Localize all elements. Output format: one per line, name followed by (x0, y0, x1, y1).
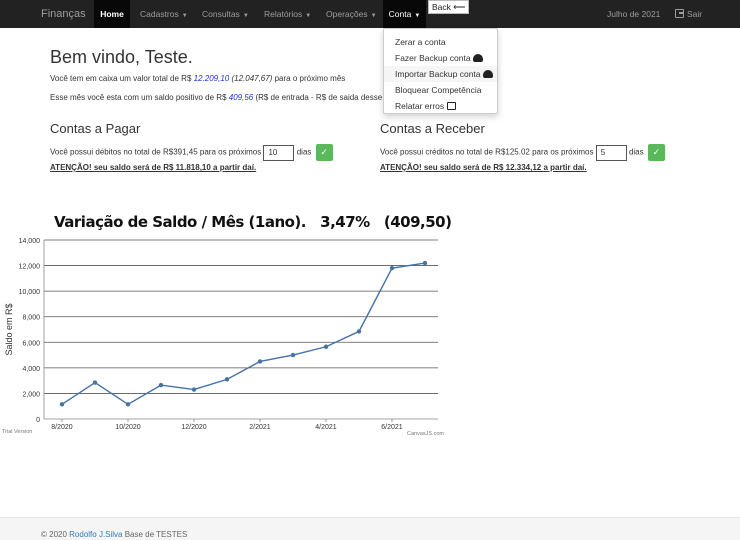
nav-relatorios[interactable]: Relatórios ▼ (264, 0, 311, 28)
chevron-down-icon: ▼ (370, 13, 377, 19)
footer-suffix: Base de TESTES (122, 530, 188, 539)
current-period[interactable]: Julho de 2021 (607, 0, 660, 28)
nav-operacoes[interactable]: Operações ▼ (326, 0, 377, 28)
payables-title: Contas a Pagar (50, 121, 141, 136)
back-tooltip: Back ⟵ (428, 0, 470, 14)
x-tick-label: 12/2020 (181, 424, 206, 431)
menu-item-importar-backup[interactable]: Importar Backup conta (384, 66, 497, 82)
nav-cadastros[interactable]: Cadastros ▼ (140, 0, 188, 28)
y-tick-label: 6,000 (22, 340, 40, 347)
y-tick-label: 10,000 (19, 289, 41, 296)
data-point (422, 260, 428, 266)
menu-item-label: Relatar erros (395, 101, 445, 111)
receivables-warning: ATENÇÃO! seu saldo será de R$ 12.334,12 … (380, 163, 587, 172)
balance-line-chart: 0 2,000 4,000 6,000 8,000 10,000 12,000 14,000 8… (2, 238, 444, 437)
menu-item-label: Fazer Backup conta (395, 53, 471, 63)
author-link[interactable]: Rodolfo J.Silva (69, 530, 122, 539)
footer-prefix: © 2020 (41, 530, 70, 539)
balance-next: (12.047,67) (231, 74, 273, 83)
y-tick-label: 0 (36, 417, 40, 424)
nav-consultas-label: Consultas (202, 9, 240, 19)
x-tick-label: 4/2021 (315, 424, 337, 431)
receivables-days-label: dias (628, 147, 644, 157)
y-tick-label: 8,000 (22, 315, 40, 322)
conta-dropdown-menu: Zerar a conta Fazer Backup conta Importa… (383, 28, 498, 114)
payables-days-label: dias (296, 147, 312, 157)
month-suffix: (R$ de entrada - R$ de saida desse (253, 93, 383, 102)
series-line (61, 262, 426, 406)
payables-row: Você possui débitos no total de R$391,45… (50, 144, 333, 161)
payables-text: Você possui débitos no total de R$391,45… (50, 147, 262, 157)
data-point (389, 265, 395, 271)
nav-operacoes-label: Operações (326, 9, 368, 19)
month-prefix: Esse mês você esta com um saldo positivo… (50, 93, 229, 102)
receivables-title: Contas a Receber (380, 121, 485, 136)
balance-value: 12.209,10 (193, 74, 230, 83)
bug-report-icon (447, 102, 457, 110)
nav-home[interactable]: Home (94, 0, 130, 28)
data-point (224, 377, 230, 382)
receivables-days-input[interactable]: 5 (595, 144, 627, 161)
data-point (92, 380, 98, 385)
balance-prefix: Você tem em caixa um valor total de R$ (50, 74, 194, 83)
trial-version-watermark: Trial Version (2, 429, 32, 435)
menu-item-label: Zerar a conta (395, 37, 446, 47)
y-tick-label: 4,000 (22, 366, 40, 373)
footer-text: © 2020 Rodolfo J.Silva Base de TESTES (41, 530, 187, 539)
x-tick-label: 8/2020 (51, 424, 73, 431)
data-point (290, 352, 296, 358)
canvasjs-watermark: CanvasJS.com (407, 431, 444, 437)
chevron-down-icon: ▼ (242, 13, 249, 19)
nav-consultas[interactable]: Consultas ▼ (202, 0, 249, 28)
y-tick-label: 14,000 (19, 238, 41, 245)
month-value: 409,56 (228, 93, 254, 102)
welcome-heading: Bem vindo, Teste. (50, 47, 193, 67)
receivables-row: Você possui créditos no total de R$125.0… (380, 144, 665, 161)
menu-item-relatar-erros[interactable]: Relatar erros (384, 98, 497, 114)
data-point (59, 402, 65, 407)
payables-confirm-button[interactable]: ✓ (315, 144, 333, 161)
cloud-download-icon (482, 70, 493, 78)
menu-item-zerar-conta[interactable]: Zerar a conta (384, 34, 497, 50)
menu-item-label: Importar Backup conta (395, 69, 481, 79)
cloud-upload-icon (472, 54, 483, 62)
nav-conta-label: Conta (388, 9, 412, 19)
menu-item-bloquear-competencia[interactable]: Bloquear Competência (384, 82, 497, 98)
chevron-down-icon: ▼ (181, 13, 188, 19)
data-point (356, 329, 362, 334)
data-point (158, 382, 164, 388)
x-tick-label: 2/2021 (249, 424, 271, 431)
menu-item-fazer-backup[interactable]: Fazer Backup conta (384, 50, 497, 66)
month-balance-text: Esse mês você esta com um saldo positivo… (50, 93, 382, 102)
y-tick-label: 12,000 (19, 264, 41, 271)
nav-relatorios-label: Relatórios (264, 9, 303, 19)
signout-link[interactable]: Sair (675, 0, 702, 28)
chevron-down-icon: ▼ (305, 13, 312, 19)
chart-title: Variação de Saldo / Mês (1ano). 3,47% (4… (54, 213, 452, 231)
top-navbar: Finanças Home Cadastros ▼ Consultas ▼ Rela… (0, 0, 740, 28)
nav-cadastros-label: Cadastros (140, 9, 179, 19)
chevron-down-icon: ▼ (414, 13, 421, 19)
y-axis-label: Saldo em R$ (4, 303, 14, 355)
y-tick-label: 2,000 (22, 391, 40, 398)
sign-out-icon (675, 9, 684, 18)
receivables-text: Você possui créditos no total de R$125.0… (380, 147, 594, 157)
nav-home-label: Home (100, 9, 124, 19)
balance-suffix: para o próximo mês (272, 74, 346, 83)
nav-conta[interactable]: Conta ▼ (383, 0, 426, 28)
data-point (257, 359, 263, 364)
data-point (323, 344, 329, 349)
payables-days-input[interactable]: 10 (263, 144, 295, 161)
payables-warning: ATENÇÃO! seu saldo será de R$ 11.818,10 … (50, 163, 257, 172)
menu-item-label: Bloquear Competência (395, 85, 482, 95)
footer: © 2020 Rodolfo J.Silva Base de TESTES (0, 517, 740, 540)
x-tick-label: 6/2021 (381, 424, 403, 431)
data-point (125, 402, 131, 407)
x-tick-label: 10/2020 (115, 424, 140, 431)
brand-logo[interactable]: Finanças (41, 8, 86, 20)
data-point (191, 387, 197, 392)
signout-label: Sair (687, 9, 703, 19)
balance-text: Você tem em caixa um valor total de R$ 1… (50, 74, 345, 83)
receivables-confirm-button[interactable]: ✓ (647, 144, 665, 161)
